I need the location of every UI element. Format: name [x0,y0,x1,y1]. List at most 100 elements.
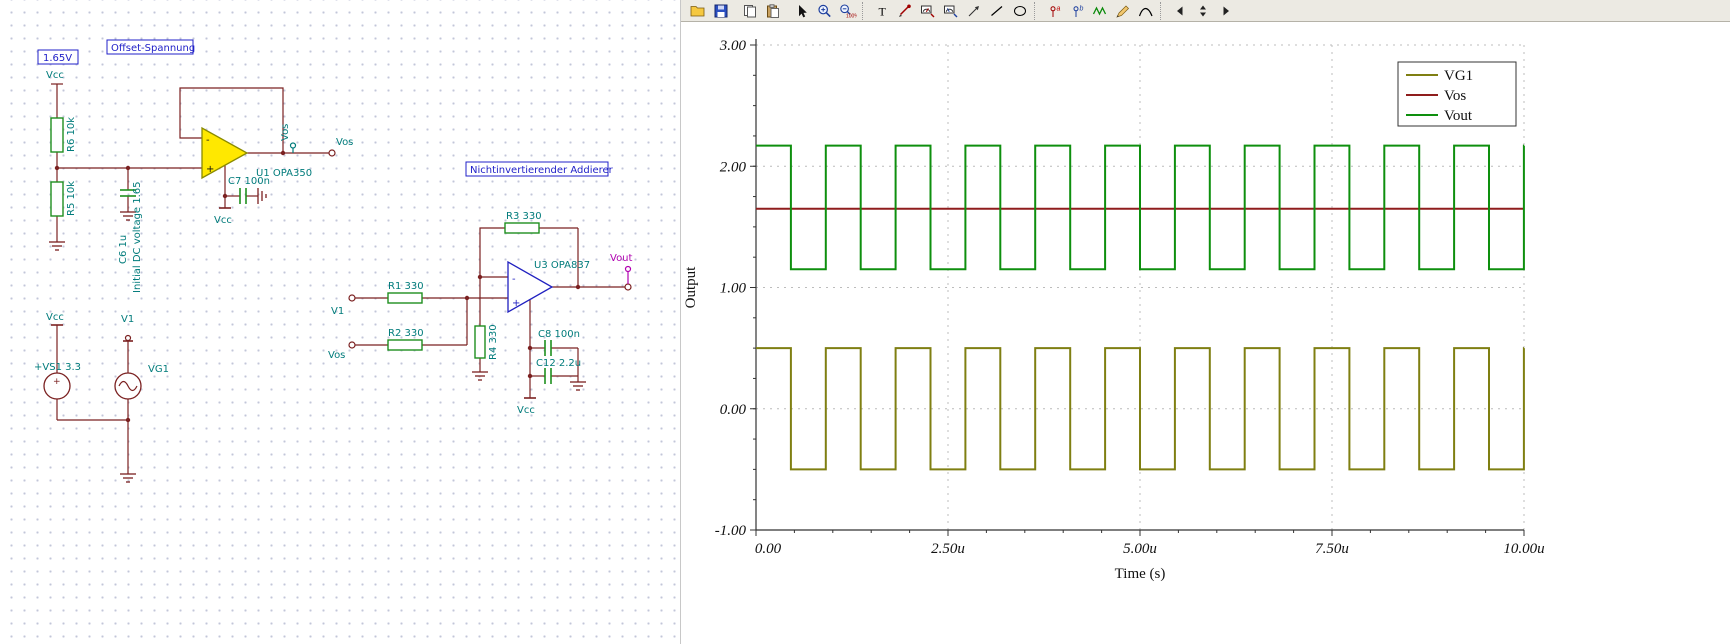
resistor-R4[interactable]: R4 330 [475,324,499,360]
cursor-icon [794,4,810,18]
left-arrow-icon [1173,4,1187,18]
ground-icon [472,372,488,380]
capacitor-C7[interactable]: C7 100n [228,176,270,204]
resistor-R3[interactable]: R3 330 [505,211,542,233]
resistor-label: R1 330 [388,281,424,292]
next-page-button[interactable] [1215,1,1237,20]
copy-button[interactable] [739,1,761,20]
y-tick-label: 1.00 [720,281,747,297]
open-folder-icon [690,4,706,18]
current-probe-button[interactable] [940,1,962,20]
paste-button[interactable] [762,1,784,20]
ellipse-tool-icon [1012,4,1028,18]
annotation-1-65V[interactable]: 1.65V [38,50,78,64]
signal-tool-button[interactable] [1089,1,1111,20]
resistor-label: R5 10k [66,181,77,216]
x-axis-title: Time (s) [1115,566,1166,582]
plus-mark: + [53,377,61,387]
source-label: VG1 [148,364,169,375]
resistor-R6[interactable]: R6 10k [51,117,77,152]
capacitor-C6[interactable]: C6 1u Initial DC voltage 1.65 [118,181,143,293]
opamp-label: U1 OPA350 [256,168,312,179]
cursor-b-button[interactable]: b [1066,1,1088,20]
right-arrow-icon [1219,4,1233,18]
x-tick-label: 10.00u [1503,541,1544,557]
vout-probe[interactable]: Vout [610,253,633,284]
vos-probe[interactable]: Vos [280,124,296,153]
line-tool-icon [989,4,1005,18]
page-spinner[interactable] [1192,1,1214,20]
source-label: +VS1 3.3 [34,362,81,373]
meter-probe-icon [920,4,936,18]
source-VS1[interactable]: + +VS1 3.3 [34,362,81,399]
save-icon [713,4,729,18]
capacitor-C8[interactable]: C8 100n [538,329,580,356]
annotation-text: Nichtinvertierender Addierer [470,165,614,176]
capacitor-label: C12 2.2u [536,358,581,369]
probe-label: Vos [280,124,291,141]
waveform-chart[interactable]: 0.002.50u5.00u7.50u10.00u-1.000.001.002.… [681,22,1730,644]
arrow-icon [966,4,982,18]
line-tool-button[interactable] [986,1,1008,20]
text-tool-icon: T [874,4,890,18]
meter-probe-button[interactable] [917,1,939,20]
annotation-adder[interactable]: Nichtinvertierender Addierer [466,162,614,176]
y-axis-title: Output [683,266,699,309]
x-tick-label: 2.50u [931,541,965,557]
plot-window: 100% T a b 0.002.50u5.00u7.50u10.00u-1.0… [680,0,1730,644]
ground-icon [120,474,136,482]
save-button[interactable] [710,1,732,20]
opamp-label: U3 OPA837 [534,260,590,271]
prev-page-button[interactable] [1169,1,1191,20]
curve-icon [1138,4,1154,18]
resistor-R2[interactable]: R2 330 [388,328,424,350]
zoom-level-text: 100% [846,13,857,18]
vos-net-label: Vos [328,350,345,361]
noninverting-input-mark: + [512,298,520,309]
voltage-probe-icon [897,4,913,18]
resistor-R1[interactable]: R1 330 [388,281,424,303]
y-tick-label: -1.00 [715,523,747,539]
noninverting-input-mark: + [206,164,214,175]
copy-icon [742,4,758,18]
v1-net-label: V1 [331,306,344,317]
voltage-probe-button[interactable] [894,1,916,20]
ground-icon [49,242,65,250]
source-VG1[interactable]: VG1 [115,364,169,399]
resistor-R5[interactable]: R5 10k [51,181,77,216]
capacitor-label: C6 1u [118,235,129,264]
probe-label: Vout [610,253,633,264]
ellipse-tool-button[interactable] [1009,1,1031,20]
x-tick-label: 5.00u [1123,541,1157,557]
svg-text:T: T [879,4,887,18]
plot-toolbar: 100% T a b [681,0,1730,22]
paste-icon [765,4,781,18]
v1-net-label: V1 [121,314,134,325]
capacitor-C12[interactable]: C12 2.2u [536,358,581,384]
cursor-a-button[interactable]: a [1043,1,1065,20]
y-tick-label: 2.00 [720,159,747,175]
vcc-label: Vcc [46,70,64,81]
text-tool-button[interactable]: T [871,1,893,20]
capacitor-label: C8 100n [538,329,580,340]
vos-net-label: Vos [336,137,353,148]
annotation-offset-spannung[interactable]: Offset-Spannung [107,40,195,54]
resistor-label: R4 330 [488,324,499,360]
curve-tool-button[interactable] [1135,1,1157,20]
open-file-button[interactable] [687,1,709,20]
vcc-label: Vcc [214,215,232,226]
annotation-text: 1.65V [43,53,72,64]
legend-label: Vout [1444,108,1473,124]
svg-text:a: a [1057,5,1061,12]
terminals[interactable] [126,150,632,348]
zoom-in-button[interactable] [814,1,836,20]
schematic-editor[interactable]: R6 10k R5 10k R1 330 R2 330 R3 330 R4 33… [0,0,680,644]
current-probe-icon [943,4,959,18]
cursor-tool-button[interactable] [791,1,813,20]
pen-tool-button[interactable] [1112,1,1134,20]
zoom-100-button[interactable]: 100% [837,1,859,20]
legend-label: VG1 [1444,68,1473,84]
arrow-annotation-button[interactable] [963,1,985,20]
spinner-icon [1196,4,1210,18]
ground-icon [258,188,266,204]
